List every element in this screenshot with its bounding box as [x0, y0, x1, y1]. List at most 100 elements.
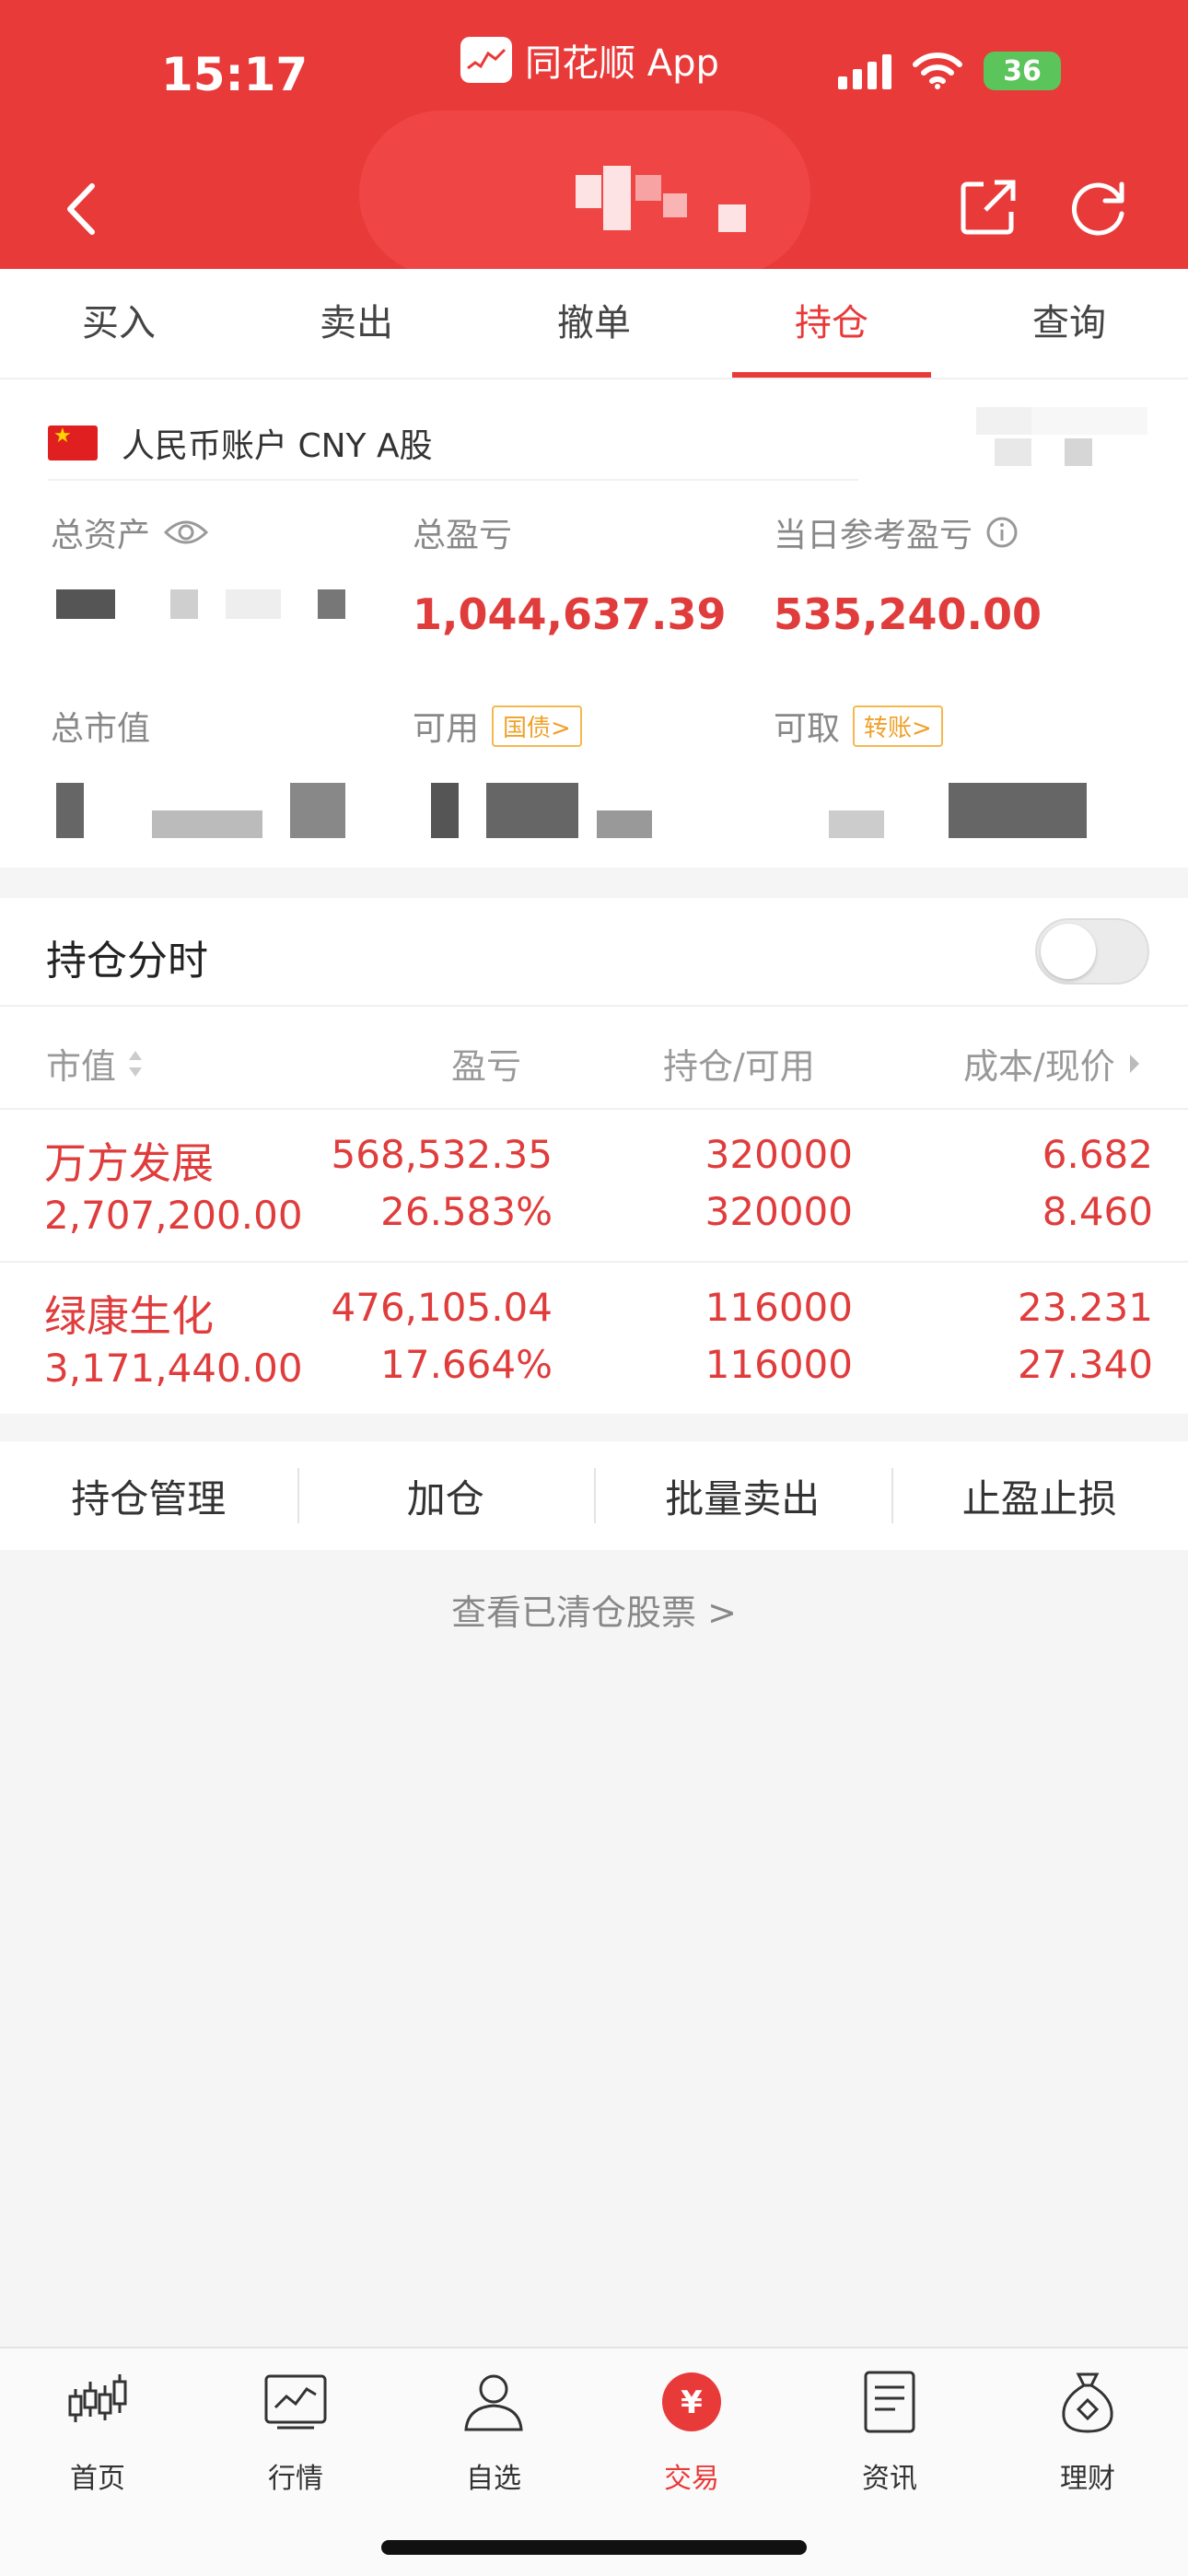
sort-icon [129, 1050, 143, 1077]
toggle-knob [1041, 924, 1096, 979]
app-header: 15:17 同花顺 App 36 [0, 0, 1188, 276]
tab-cancel-order[interactable]: 撤单 [475, 269, 713, 378]
take-profit-stop-loss-button[interactable]: 止盈止损 [891, 1467, 1188, 1524]
stock-market-value: 2,707,200.00 [44, 1193, 303, 1238]
holdings-panel: 持仓分时 市值 盈亏 持仓/可用 成本/现价 万方发展 2,707,200.00… [0, 898, 1188, 1414]
transfer-button[interactable]: 转账> [853, 705, 943, 747]
position-management-button[interactable]: 持仓管理 [0, 1468, 297, 1524]
tab-query[interactable]: 查询 [950, 269, 1188, 378]
treasury-bond-button[interactable]: 国债> [492, 705, 582, 747]
today-pnl-value: 535,240.00 [774, 589, 1042, 639]
info-icon[interactable] [985, 516, 1019, 549]
nav-wealth[interactable]: 理财 [1019, 2367, 1157, 2496]
batch-sell-button[interactable]: 批量卖出 [594, 1467, 891, 1524]
account-selector[interactable]: 人民币账户 CNY A股 [48, 407, 858, 481]
nav-trade-label: 交易 [664, 2463, 719, 2495]
withdrawable-masked [774, 783, 1142, 838]
nav-news-label: 资讯 [862, 2463, 917, 2495]
holding-row[interactable]: 万方发展 2,707,200.00 568,532.35 26.583% 320… [0, 1108, 1188, 1261]
available-label: 可用 [413, 710, 480, 748]
withdrawable-label: 可取 [774, 710, 841, 748]
total-assets-label: 总资产 [51, 517, 151, 554]
status-app-indicator[interactable]: 同花顺 App [460, 33, 719, 87]
home-indicator [381, 2540, 807, 2555]
withdrawable-funds: 可取 转账> [774, 702, 1160, 838]
cleared-stocks-link[interactable]: 查看已清仓股票 > [0, 1584, 1188, 1635]
trade-tabs: 买入 卖出 撤单 持仓 查询 [0, 269, 1188, 379]
account-summary: 人民币账户 CNY A股 总资产 总盈亏 1,044,637.39 [0, 379, 1188, 868]
chart-icon [264, 2374, 327, 2430]
tab-buy[interactable]: 买入 [0, 269, 238, 378]
stock-available: 116000 [705, 1342, 853, 1387]
stock-position: 116000 [705, 1285, 853, 1330]
stock-pnl-pct: 26.583% [380, 1189, 553, 1234]
stock-pnl: 476,105.04 [331, 1285, 553, 1330]
signal-icon [838, 52, 891, 89]
nav-watchlist-label: 自选 [466, 2463, 521, 2495]
sort-market-value-header[interactable]: 市值 [46, 1038, 144, 1089]
status-indicators: 36 [838, 52, 1061, 90]
yuan-icon: ¥ [662, 2372, 721, 2431]
nav-market[interactable]: 行情 [227, 2367, 365, 2496]
status-time: 15:17 [161, 48, 309, 101]
holdings-title: 持仓分时 [46, 938, 208, 985]
battery-icon: 36 [984, 52, 1061, 90]
total-pnl-label: 总盈亏 [413, 517, 513, 554]
holdings-actions: 持仓管理 加仓 批量卖出 止盈止损 [0, 1441, 1188, 1550]
nav-wealth-label: 理财 [1060, 2463, 1115, 2495]
column-position: 持仓/可用 [663, 1046, 815, 1087]
user-icon [464, 2374, 523, 2431]
chevron-right-icon [1129, 1054, 1139, 1073]
account-name: 人民币账户 CNY A股 [122, 427, 433, 465]
tab-sell[interactable]: 卖出 [238, 269, 475, 378]
refresh-icon[interactable] [1068, 177, 1129, 238]
available-masked [413, 783, 707, 838]
market-value: 总市值 [51, 702, 401, 838]
nav-market-label: 行情 [268, 2463, 323, 2495]
share-icon[interactable] [958, 177, 1019, 238]
wifi-icon [913, 52, 962, 89]
holding-row[interactable]: 绿康生化 3,171,440.00 476,105.04 17.664% 116… [0, 1261, 1188, 1414]
holdings-header: 持仓分时 [0, 898, 1188, 1007]
intraday-toggle[interactable] [1035, 918, 1149, 985]
total-pnl: 总盈亏 1,044,637.39 [413, 508, 763, 639]
stock-pnl: 568,532.35 [331, 1132, 553, 1177]
nav-news[interactable]: 资讯 [821, 2367, 959, 2496]
nav-row [0, 111, 1188, 276]
total-assets: 总资产 [51, 508, 401, 626]
stock-name: 万方发展 [44, 1138, 214, 1188]
nav-home-label: 首页 [70, 2463, 125, 2495]
today-pnl-label: 当日参考盈亏 [774, 517, 973, 554]
column-pnl: 盈亏 [451, 1046, 522, 1087]
back-icon[interactable] [55, 177, 107, 241]
nav-home[interactable]: 首页 [29, 2367, 167, 2496]
china-flag-icon [48, 425, 98, 460]
nav-watchlist[interactable]: 自选 [425, 2367, 563, 2496]
stock-price: 8.460 [1042, 1189, 1153, 1234]
market-value-masked [51, 783, 345, 838]
available-funds: 可用 国债> [413, 702, 763, 838]
tab-positions[interactable]: 持仓 [713, 269, 950, 378]
column-cost-header[interactable]: 成本/现价 [963, 1038, 1141, 1089]
account-id-masked [976, 398, 1147, 475]
add-position-button[interactable]: 加仓 [297, 1467, 595, 1524]
stock-market-value: 3,171,440.00 [44, 1346, 303, 1391]
eye-icon[interactable] [163, 518, 209, 547]
stock-price: 27.340 [1018, 1342, 1153, 1387]
battery-level: 36 [1003, 54, 1042, 87]
total-pnl-value: 1,044,637.39 [413, 589, 727, 639]
nav-trade[interactable]: ¥ 交易 [623, 2367, 761, 2496]
news-icon [864, 2371, 915, 2433]
column-market-value: 市值 [46, 1046, 117, 1087]
stock-name: 绿康生化 [44, 1291, 214, 1341]
total-assets-masked [51, 589, 345, 626]
holdings-column-headers: 市值 盈亏 持仓/可用 成本/现价 [0, 1007, 1188, 1108]
stock-pnl-pct: 17.664% [380, 1342, 553, 1387]
stock-cost: 6.682 [1042, 1132, 1153, 1177]
market-value-label: 总市值 [51, 710, 151, 748]
svg-text:¥: ¥ [681, 2384, 703, 2421]
stock-position: 320000 [705, 1132, 853, 1177]
candlestick-icon [68, 2374, 127, 2422]
stock-available: 320000 [705, 1189, 853, 1234]
status-app-name: 同花顺 App [525, 42, 719, 85]
